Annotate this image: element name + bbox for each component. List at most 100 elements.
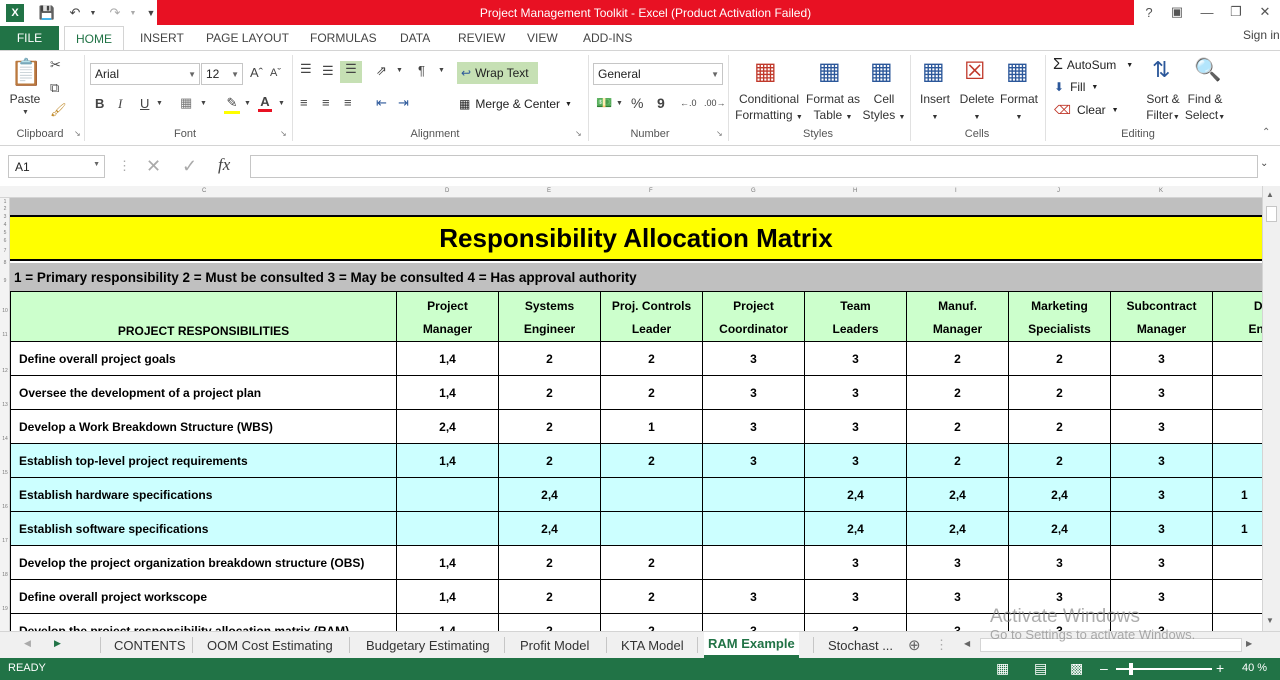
value-cell[interactable]: 2 <box>600 545 703 580</box>
row-header[interactable]: 17 <box>0 538 10 544</box>
fill-color-dropdown-icon[interactable]: ▼ <box>244 100 251 107</box>
value-cell[interactable]: 2 <box>498 341 601 376</box>
row-header[interactable]: 7 <box>0 248 10 254</box>
row-header[interactable]: 2 <box>0 206 10 212</box>
increase-indent-icon[interactable]: ⇥ <box>398 95 409 111</box>
sheet-tab[interactable]: Profit Model <box>516 632 593 658</box>
value-cell[interactable]: 3 <box>1110 409 1213 444</box>
row-header[interactable]: 8 <box>0 260 10 266</box>
column-header[interactable]: K <box>1159 188 1163 194</box>
cut-icon[interactable]: ✂ <box>50 57 61 73</box>
header-cell[interactable]: Project Manager <box>396 291 499 342</box>
value-cell[interactable]: 2 <box>600 375 703 410</box>
value-cell[interactable]: 3 <box>702 375 805 410</box>
align-left-icon[interactable]: ≡ <box>300 95 308 110</box>
value-cell[interactable]: 3 <box>804 409 907 444</box>
increase-decimal-icon[interactable]: ←.0 <box>680 98 697 108</box>
value-cell[interactable]: 2,4 <box>804 511 907 546</box>
value-cell[interactable]: 2,4 <box>804 477 907 512</box>
tab-add-ins[interactable]: ADD-INS <box>583 26 632 50</box>
number-launcher-icon[interactable]: ↘ <box>716 129 723 138</box>
sheet-tab[interactable]: CONTENTS <box>110 632 190 658</box>
row-header[interactable]: 11 <box>0 332 10 338</box>
page-break-view-icon[interactable]: ▩ <box>1070 660 1083 677</box>
value-cell[interactable]: 2 <box>498 443 601 478</box>
shrink-font-icon[interactable]: Aˇ <box>270 67 281 79</box>
row-header[interactable]: 13 <box>0 402 10 408</box>
find-select-button[interactable]: Find & Select▼ <box>1184 91 1226 126</box>
clipboard-launcher-icon[interactable]: ↘ <box>74 129 81 138</box>
row-header[interactable]: 1 <box>0 199 10 205</box>
italic-button[interactable]: I <box>118 96 122 112</box>
row-header[interactable]: 10 <box>0 308 10 314</box>
conditional-formatting-button[interactable]: Conditional Formatting ▼ <box>733 91 805 126</box>
value-cell[interactable]: 2 <box>600 579 703 614</box>
font-color-dropdown-icon[interactable]: ▼ <box>278 100 285 107</box>
header-cell[interactable]: De Engi <box>1212 291 1262 342</box>
task-cell[interactable]: Develop the project organization breakdo… <box>10 545 397 580</box>
value-cell[interactable]: 3 <box>906 545 1009 580</box>
task-cell[interactable]: Establish hardware specifications <box>10 477 397 512</box>
value-cell[interactable]: 1,4 <box>396 443 499 478</box>
minimize-icon[interactable]: — <box>1197 3 1217 21</box>
value-cell[interactable]: 2 <box>498 545 601 580</box>
value-cell[interactable] <box>600 511 703 546</box>
accounting-format-icon[interactable]: 💵 <box>596 95 612 111</box>
value-cell[interactable]: 3 <box>1110 511 1213 546</box>
value-cell[interactable]: 2 <box>600 443 703 478</box>
task-cell[interactable]: Oversee the development of a project pla… <box>10 375 397 410</box>
task-cell[interactable]: Establish software specifications <box>10 511 397 546</box>
sheet-tab[interactable]: KTA Model <box>617 632 688 658</box>
redo-dropdown-icon[interactable]: ▼ <box>124 4 142 22</box>
expand-formula-bar-icon[interactable]: ⌄ <box>1260 158 1268 169</box>
confirm-entry-icon[interactable]: ✓ <box>182 156 197 177</box>
header-cell[interactable]: Subcontract Manager <box>1110 291 1213 342</box>
value-cell[interactable]: 1 <box>1212 477 1262 512</box>
tab-review[interactable]: REVIEW <box>458 26 505 50</box>
value-cell[interactable] <box>396 511 499 546</box>
sheet-tab-active[interactable]: RAM Example <box>704 632 799 658</box>
alignment-launcher-icon[interactable]: ↘ <box>575 129 582 138</box>
value-cell[interactable]: 1 <box>1212 511 1262 546</box>
scroll-left-icon[interactable]: ◀ <box>964 639 970 648</box>
value-cell[interactable]: 3 <box>1110 477 1213 512</box>
font-size-select[interactable]: 12 ▼ <box>201 63 243 85</box>
name-box[interactable]: A1 ▼ <box>8 155 105 178</box>
grow-font-icon[interactable]: Aˆ <box>250 65 263 80</box>
value-cell[interactable]: 2,4 <box>906 477 1009 512</box>
value-cell[interactable] <box>396 477 499 512</box>
worksheet-grid[interactable]: C D E F G H I J K 1 2 3 4 5 6 7 8 9 10 1… <box>0 186 1262 631</box>
value-cell[interactable]: 2 <box>498 409 601 444</box>
header-cell[interactable]: Marketing Specialists <box>1008 291 1111 342</box>
value-cell[interactable]: 3 <box>1110 545 1213 580</box>
value-cell[interactable]: 2,4 <box>498 511 601 546</box>
column-header[interactable]: I <box>955 188 957 194</box>
orientation-icon[interactable]: ⇗ <box>376 63 387 79</box>
value-cell[interactable]: 3 <box>1008 545 1111 580</box>
tab-insert[interactable]: INSERT <box>140 26 184 50</box>
value-cell[interactable]: 2,4 <box>396 409 499 444</box>
format-cells-icon[interactable]: ▦ <box>1006 57 1029 86</box>
fill-color-icon[interactable]: ✎ <box>224 95 240 114</box>
value-cell[interactable]: 3 <box>702 341 805 376</box>
tab-data[interactable]: DATA <box>400 26 430 50</box>
format-as-table-button[interactable]: Format as Table ▼ <box>805 91 861 126</box>
conditional-formatting-icon[interactable]: ▦ <box>754 57 777 86</box>
merge-center-button[interactable]: ▦ Merge & Center ▼ <box>459 94 572 114</box>
row-header[interactable]: 9 <box>0 278 10 284</box>
row-header[interactable]: 4 <box>0 222 10 228</box>
value-cell[interactable]: 3 <box>1110 443 1213 478</box>
value-cell[interactable] <box>1212 579 1262 614</box>
value-cell[interactable]: 3 <box>702 579 805 614</box>
previous-sheet-icon[interactable]: ◀ <box>24 638 31 649</box>
value-cell[interactable]: 3 <box>1110 341 1213 376</box>
delete-cells-icon[interactable]: ☒ <box>964 57 986 86</box>
wrap-text-button[interactable]: ↩ Wrap Text <box>457 62 538 84</box>
task-cell[interactable]: Define overall project goals <box>10 341 397 376</box>
value-cell[interactable]: 2,4 <box>498 477 601 512</box>
new-sheet-icon[interactable]: ⊕ <box>908 636 921 654</box>
page-layout-view-icon[interactable]: ▤ <box>1034 660 1047 677</box>
next-sheet-icon[interactable]: ▶ <box>54 638 61 649</box>
value-cell[interactable]: 3 <box>702 409 805 444</box>
paste-dropdown-icon[interactable]: ▼ <box>22 109 29 116</box>
